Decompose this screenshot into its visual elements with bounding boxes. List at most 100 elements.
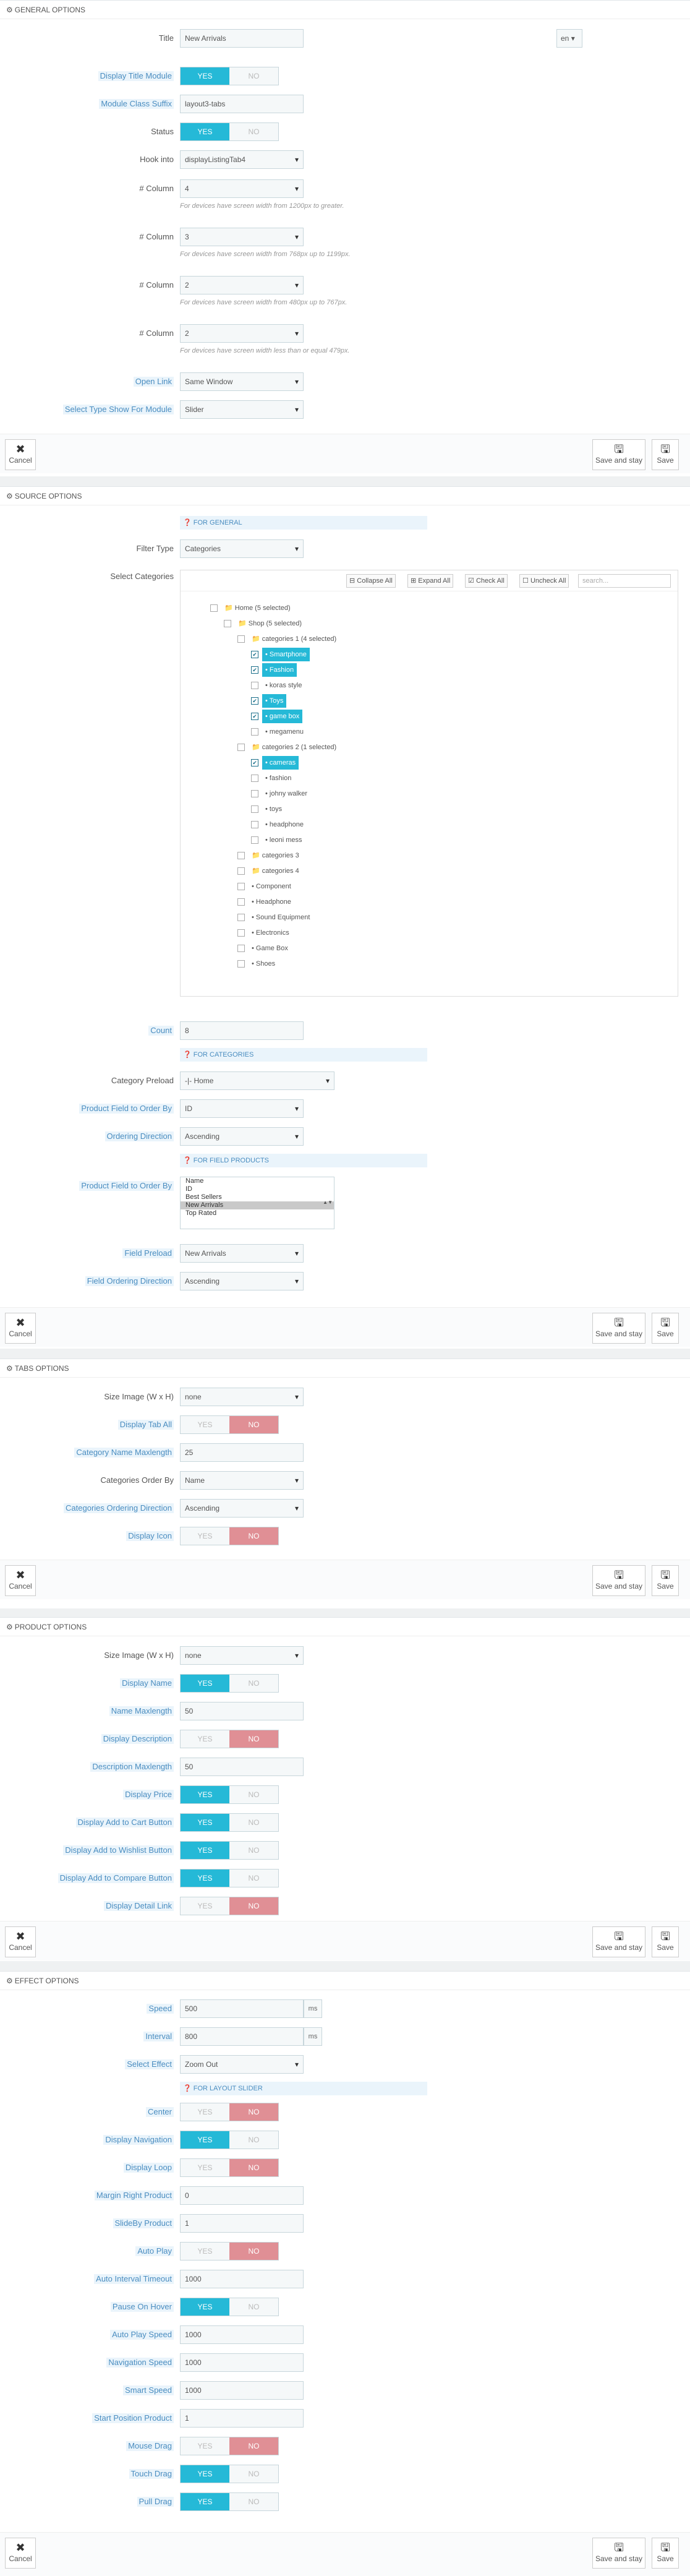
no-option[interactable]: NO bbox=[229, 1897, 278, 1915]
touch-drag-switch[interactable]: YES NO bbox=[180, 2465, 279, 2483]
save-and-stay-button[interactable]: 🖫 Save and stay bbox=[592, 1313, 645, 1344]
no-option[interactable]: NO bbox=[229, 2298, 278, 2316]
speed-input[interactable]: 500 bbox=[180, 1999, 304, 2018]
save-button[interactable]: 🖫 Save bbox=[652, 2538, 679, 2569]
tree-search-input[interactable]: search... bbox=[578, 574, 671, 588]
no-option[interactable]: NO bbox=[229, 123, 278, 140]
no-option[interactable]: NO bbox=[229, 2159, 278, 2176]
yes-option[interactable]: YES bbox=[181, 2493, 229, 2510]
tree-node[interactable]: 📁 Home (5 selected) bbox=[210, 601, 294, 615]
save-and-stay-button[interactable]: 🖫 Save and stay bbox=[592, 2538, 645, 2569]
list-item[interactable]: ID bbox=[181, 1185, 334, 1193]
checkbox-icon[interactable] bbox=[237, 635, 245, 643]
checkbox-icon[interactable] bbox=[237, 914, 245, 922]
size-image-select[interactable]: none bbox=[180, 1646, 304, 1665]
tree-node[interactable]: 📁 categories 1 (4 selected) bbox=[237, 632, 339, 646]
cancel-button[interactable]: ✖ Cancel bbox=[5, 1565, 36, 1596]
cancel-button[interactable]: ✖ Cancel bbox=[5, 1926, 36, 1957]
checkbox-icon[interactable] bbox=[210, 604, 218, 612]
display-tab-all-switch[interactable]: YES NO bbox=[180, 1415, 279, 1434]
yes-option[interactable]: YES bbox=[181, 1786, 229, 1803]
list-item[interactable]: Best Sellers bbox=[181, 1193, 334, 1201]
no-option[interactable]: NO bbox=[229, 2243, 278, 2260]
categories-order-select[interactable]: Name bbox=[180, 1471, 304, 1490]
yes-option[interactable]: YES bbox=[181, 2437, 229, 2455]
display-description-switch[interactable]: YES NO bbox=[180, 1730, 279, 1748]
size-image-select[interactable]: none bbox=[180, 1388, 304, 1406]
tree-node[interactable]: 📁 categories 4 bbox=[237, 864, 302, 878]
tree-node[interactable]: • toys bbox=[251, 802, 285, 816]
checkbox-icon[interactable] bbox=[237, 929, 245, 937]
yes-option[interactable]: YES bbox=[181, 2159, 229, 2176]
checked-checkbox-icon[interactable]: ✔ bbox=[251, 759, 258, 767]
display-loop-switch[interactable]: YES NO bbox=[180, 2158, 279, 2177]
column-select[interactable]: 2 bbox=[180, 276, 304, 294]
margin-right-input[interactable]: 0 bbox=[180, 2186, 304, 2205]
auto-play-speed-input[interactable]: 1000 bbox=[180, 2325, 304, 2344]
no-option[interactable]: NO bbox=[229, 1416, 278, 1433]
tree-node[interactable]: • johny walker bbox=[251, 787, 310, 801]
save-button[interactable]: 🖫 Save bbox=[652, 1313, 679, 1344]
yes-option[interactable]: YES bbox=[181, 1416, 229, 1433]
yes-option[interactable]: YES bbox=[181, 1675, 229, 1692]
checkbox-icon[interactable] bbox=[251, 821, 258, 829]
checkbox-icon[interactable] bbox=[237, 867, 245, 875]
column-select[interactable]: 2 bbox=[180, 324, 304, 343]
tree-node[interactable]: • Headphone bbox=[237, 895, 294, 909]
tree-node[interactable]: • megamenu bbox=[251, 725, 307, 739]
no-option[interactable]: NO bbox=[229, 1527, 278, 1545]
tree-node[interactable]: • fashion bbox=[251, 771, 294, 785]
display-icon-switch[interactable]: YES NO bbox=[180, 1527, 279, 1545]
checked-checkbox-icon[interactable]: ✔ bbox=[251, 713, 258, 721]
order-direction-select[interactable]: Ascending bbox=[180, 1127, 304, 1146]
checkbox-icon[interactable] bbox=[251, 805, 258, 814]
checkbox-icon[interactable] bbox=[237, 945, 245, 953]
tree-node[interactable]: • Component bbox=[237, 880, 294, 893]
display-title-switch[interactable]: YES NO bbox=[180, 67, 279, 85]
no-option[interactable]: NO bbox=[229, 1814, 278, 1831]
no-option[interactable]: NO bbox=[229, 1675, 278, 1692]
title-input[interactable]: New Arrivals bbox=[180, 29, 304, 48]
no-option[interactable]: NO bbox=[229, 1842, 278, 1859]
type-show-select[interactable]: Slider bbox=[180, 400, 304, 419]
checkbox-icon[interactable] bbox=[251, 775, 258, 783]
yes-option[interactable]: YES bbox=[181, 2465, 229, 2483]
effect-select[interactable]: Zoom Out bbox=[180, 2055, 304, 2074]
yes-option[interactable]: YES bbox=[181, 1814, 229, 1831]
no-option[interactable]: NO bbox=[229, 1730, 278, 1748]
no-option[interactable]: NO bbox=[229, 1786, 278, 1803]
expand-all-button[interactable]: ⊞ Expand All bbox=[407, 574, 454, 588]
no-option[interactable]: NO bbox=[229, 2465, 278, 2483]
display-name-switch[interactable]: YES NO bbox=[180, 1674, 279, 1693]
auto-play-switch[interactable]: YES NO bbox=[180, 2242, 279, 2260]
yes-option[interactable]: YES bbox=[181, 1527, 229, 1545]
detail-link-switch[interactable]: YES NO bbox=[180, 1897, 279, 1915]
cancel-button[interactable]: ✖ Cancel bbox=[5, 439, 36, 470]
pause-on-hover-switch[interactable]: YES NO bbox=[180, 2298, 279, 2316]
yes-option[interactable]: YES bbox=[181, 1842, 229, 1859]
tree-node[interactable]: • leoni mess bbox=[251, 833, 305, 847]
checked-checkbox-icon[interactable]: ✔ bbox=[251, 697, 258, 705]
field-order-select[interactable]: ID bbox=[180, 1099, 304, 1118]
tree-node[interactable]: • Shoes bbox=[237, 957, 278, 971]
cancel-button[interactable]: ✖ Cancel bbox=[5, 2538, 36, 2569]
checkbox-icon[interactable] bbox=[251, 728, 258, 736]
start-position-input[interactable]: 1 bbox=[180, 2409, 304, 2428]
cancel-button[interactable]: ✖ Cancel bbox=[5, 1313, 36, 1344]
tree-node[interactable]: • Game Box bbox=[237, 942, 291, 955]
column-select[interactable]: 4 bbox=[180, 179, 304, 198]
smart-speed-input[interactable]: 1000 bbox=[180, 2381, 304, 2400]
no-option[interactable]: NO bbox=[229, 67, 278, 85]
tree-node-selected[interactable]: ✔ • cameras bbox=[251, 756, 299, 770]
status-switch[interactable]: YES NO bbox=[180, 122, 279, 141]
save-button[interactable]: 🖫 Save bbox=[652, 439, 679, 470]
yes-option[interactable]: YES bbox=[181, 2131, 229, 2149]
yes-option[interactable]: YES bbox=[181, 2298, 229, 2316]
no-option[interactable]: NO bbox=[229, 1870, 278, 1887]
checkbox-icon[interactable] bbox=[251, 790, 258, 798]
mouse-drag-switch[interactable]: YES NO bbox=[180, 2437, 279, 2455]
collapse-all-button[interactable]: ⊟ Collapse All bbox=[346, 574, 396, 588]
checkbox-icon[interactable] bbox=[251, 682, 258, 690]
scroll-arrows-icon[interactable]: ▲▼ bbox=[323, 1179, 333, 1227]
tree-node-selected[interactable]: ✔ • Fashion bbox=[251, 663, 297, 677]
